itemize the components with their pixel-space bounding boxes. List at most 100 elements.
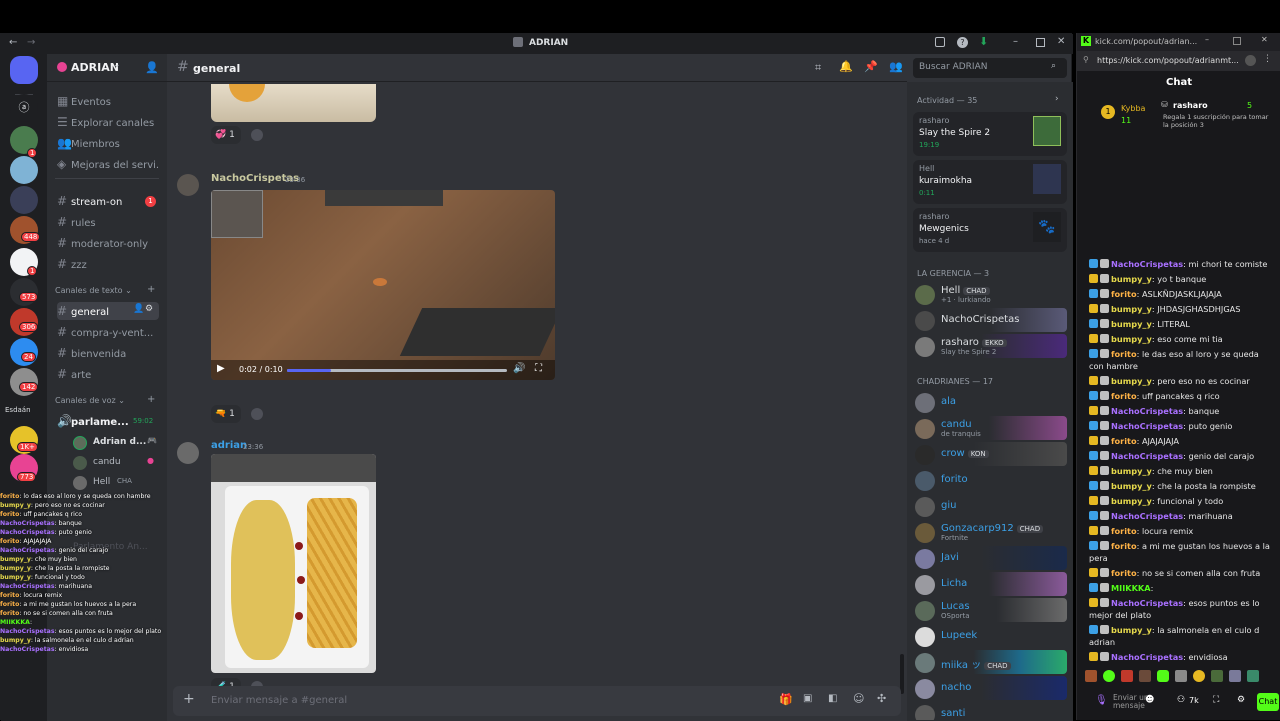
emote-icon[interactable] [1085,670,1097,682]
food-image[interactable] [211,454,376,673]
chat-message[interactable]: bumpy_y: eso come mi tia [1077,332,1280,347]
chat-message[interactable]: NachoCrispetas: marihuana [1077,509,1280,524]
channel-stream-on[interactable]: # stream-on [57,192,159,210]
chat-message[interactable]: forito: le das eso al loro y se queda co… [1077,347,1280,374]
activity-card[interactable]: Hell kuraimokha 0:11 [913,160,1067,204]
forward-arrow-icon[interactable]: → [27,37,35,48]
inbox-icon[interactable] [935,37,945,47]
threads-icon[interactable]: ⌗ [815,61,821,75]
reaction[interactable]: 🔫 1 [211,405,241,423]
chat-username[interactable]: NachoCrispetas [1111,652,1183,662]
volume-icon[interactable]: 🔊 [513,363,525,374]
help-icon[interactable]: ? [957,37,968,48]
text-category-label[interactable]: Canales de texto ⌄ [55,286,132,295]
chat-username[interactable]: NachoCrispetas [1111,259,1183,269]
chat-username[interactable]: forito [1111,526,1137,536]
chat-message[interactable]: forito: AJAJAJAJA [1077,434,1280,449]
message-author[interactable]: adrian [211,440,247,451]
menu-dots-icon[interactable]: ⋮ [1263,54,1272,64]
chevron-right-icon[interactable]: › [1055,94,1059,104]
chat-username[interactable]: forito [1111,436,1137,446]
member-item[interactable]: miika ッ CHAD [911,650,1067,674]
minimize-icon[interactable]: – [1205,35,1209,44]
voice-user[interactable]: candu ● [73,454,163,472]
chat-username[interactable]: bumpy_y [1111,304,1152,314]
extension-icon[interactable] [1245,55,1256,66]
close-icon[interactable]: ✕ [1057,36,1065,47]
emote-icon[interactable] [1157,670,1169,682]
member-item[interactable]: giu [911,494,1067,518]
download-icon[interactable]: ⬇ [979,35,988,48]
gift-icon[interactable]: ⛶ [1213,695,1219,705]
channel-compra-y-venta[interactable]: # compra-y-vent... [57,323,159,341]
chat-message[interactable]: bumpy_y: yo t banque [1077,272,1280,287]
invite-icon[interactable]: 👤 [133,304,144,314]
add-reaction-icon[interactable] [251,129,263,141]
channel-rules[interactable]: # rules [57,213,159,231]
server-icon[interactable]: ⓐ [10,94,38,122]
nav-members[interactable]: 👥Miembros [57,134,159,152]
chat-username[interactable]: NachoCrispetas [1111,511,1183,521]
image-attachment[interactable] [211,84,376,122]
leaderboard[interactable]: 1 Kybba 11 ⛁ rasharo 5 Regala 1 suscripc… [1083,95,1275,135]
chat-message[interactable]: bumpy_y: che muy bien [1077,464,1280,479]
nav-browse-channels[interactable]: ☰ Explorar canales [57,113,159,131]
member-item[interactable]: nacho [911,676,1067,700]
members-toggle-icon[interactable]: 👥 [889,60,903,73]
close-icon[interactable]: ✕ [1261,35,1268,44]
member-item[interactable]: ala [911,390,1067,414]
address-bar[interactable]: ⚲ https://kick.com/popout/adrianmt... ⋮ [1077,51,1280,71]
chat-username[interactable]: bumpy_y [1111,481,1152,491]
member-item[interactable]: santi [911,702,1067,720]
member-item[interactable]: crow KON [911,442,1067,466]
chat-message[interactable]: forito: ASLKÑDJASKLJAJAJA [1077,287,1280,302]
chat-message[interactable]: bumpy_y: LITERAL [1077,317,1280,332]
chat-message[interactable]: forito: no se si comen alla con fruta [1077,566,1280,581]
maximize-icon[interactable] [1036,38,1045,47]
chat-message[interactable]: bumpy_y: che la posta la rompiste [1077,479,1280,494]
server-header[interactable]: ADRIAN ⌄ 👤 [47,54,167,82]
add-channel-icon[interactable]: + [147,284,155,295]
chat-message[interactable]: NachoCrispetas: banque [1077,404,1280,419]
chat-username[interactable]: forito [1111,289,1137,299]
emoji-icon[interactable]: ☺ [853,692,864,705]
reaction[interactable]: 💞 1 [211,126,241,144]
play-icon[interactable]: ▶ [217,363,225,374]
apps-icon[interactable]: ✣ [877,692,886,705]
member-item[interactable]: Lupeek [911,624,1067,648]
pin-icon[interactable]: 📌 [864,60,878,73]
member-item[interactable]: Lucas OSporta [911,598,1067,622]
avatar[interactable] [177,442,199,464]
chat-username[interactable]: forito [1111,568,1137,578]
gear-icon[interactable]: ⚙ [1237,695,1245,705]
nav-events[interactable]: ▦ Eventos [57,92,159,110]
emote-icon[interactable] [1103,670,1115,682]
discord-home-icon[interactable] [10,56,38,84]
sticker-icon[interactable]: ◧ [828,693,837,704]
fullscreen-icon[interactable]: ⛶ [535,363,542,374]
message-composer[interactable]: + Enviar mensaje a #general 🎁 ▣ ◧ ☺ ✣ [173,686,901,716]
member-item[interactable]: Javi [911,546,1067,570]
emote-icon[interactable] [1211,670,1223,682]
emote-icon[interactable] [1139,670,1151,682]
activity-card[interactable]: rasharo Mewgenics hace 4 d 🐾 [913,208,1067,252]
search-input[interactable]: Buscar ADRIAN ⌕ [913,58,1067,78]
chat-message[interactable]: forito: locura remix [1077,524,1280,539]
voice-category-label[interactable]: Canales de voz ⌄ [55,396,125,405]
emote-icon[interactable] [1193,670,1205,682]
video-attachment[interactable]: ▶ 0:02 / 0:10 🔊 ⛶ [211,190,555,380]
member-item[interactable]: Gonzacarp912 CHAD Fortnite [911,520,1067,544]
bell-icon[interactable]: 🔔 [839,60,853,73]
server-icon[interactable] [10,156,38,184]
chat-username[interactable]: bumpy_y [1111,334,1152,344]
maximize-icon[interactable] [1233,37,1241,45]
emote-icon[interactable] [1247,670,1259,682]
chat-message[interactable]: MIIKKKA: [1077,581,1280,596]
mic-icon[interactable]: 🎙 [1095,695,1108,706]
member-item[interactable]: Hell CHAD +1 · lurkiando [911,282,1067,306]
member-item[interactable]: candu de tranquis [911,416,1067,440]
member-item[interactable]: forito [911,468,1067,492]
member-item[interactable]: Licha [911,572,1067,596]
channel-bienvenida[interactable]: # bienvenida [57,344,159,362]
add-reaction-icon[interactable] [251,408,263,420]
